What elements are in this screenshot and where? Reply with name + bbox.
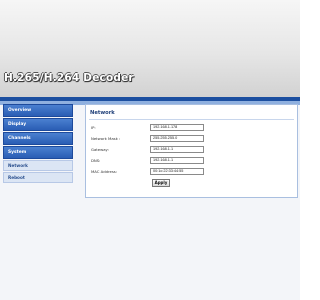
ip-field[interactable] xyxy=(150,124,204,131)
sidebar-subitem-network[interactable]: Network xyxy=(3,160,73,171)
apply-button[interactable]: Apply xyxy=(152,179,170,187)
sidebar-item-system[interactable]: System xyxy=(3,146,73,159)
mac-address-field[interactable] xyxy=(150,168,204,175)
sidebar-item-overview[interactable]: Overview xyxy=(3,104,73,117)
gateway-label: Gateway: xyxy=(91,147,109,152)
network-mask-field[interactable] xyxy=(150,135,204,142)
mac-address-label: MAC Address: xyxy=(91,169,118,174)
header-banner: H.265/H.264 Decoder xyxy=(0,0,300,97)
sidebar-item-channels[interactable]: Channels xyxy=(3,132,73,145)
network-panel: Network IP: Network Mask : Gateway: DNS:… xyxy=(85,104,298,198)
gateway-field[interactable] xyxy=(150,146,204,153)
product-title: H.265/H.264 Decoder xyxy=(4,72,134,84)
network-mask-label: Network Mask : xyxy=(91,136,121,141)
sidebar-item-display[interactable]: Display xyxy=(3,118,73,131)
sidebar: Overview Display Channels System Network… xyxy=(3,104,73,184)
dns-field[interactable] xyxy=(150,157,204,164)
dns-label: DNS: xyxy=(91,158,101,163)
sidebar-subitem-reboot[interactable]: Reboot xyxy=(3,172,73,183)
panel-divider xyxy=(89,119,294,120)
ip-label: IP: xyxy=(91,125,96,130)
panel-title: Network xyxy=(90,110,115,116)
